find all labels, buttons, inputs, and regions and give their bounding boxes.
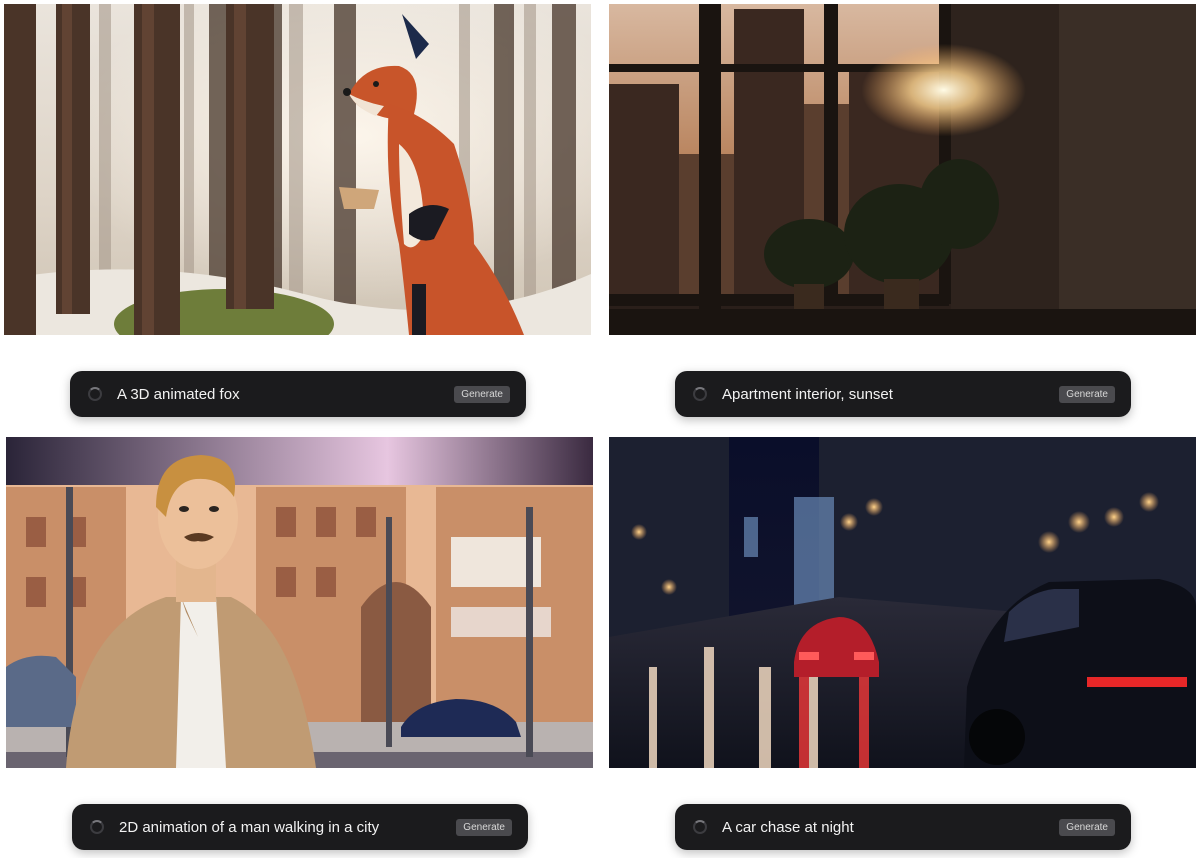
- fox-in-forest-image: [4, 4, 591, 335]
- prompt-text[interactable]: 2D animation of a man walking in a city: [119, 819, 456, 836]
- prompt-bar: 2D animation of a man walking in a city …: [72, 804, 528, 850]
- prompt-bar: Apartment interior, sunset Generate: [675, 371, 1131, 417]
- night-car-chase-image: [609, 437, 1196, 768]
- prompt-text[interactable]: Apartment interior, sunset: [722, 386, 1059, 403]
- loading-spinner-icon: [88, 387, 102, 401]
- prompt-bar: A car chase at night Generate: [675, 804, 1131, 850]
- apartment-sunset-image: [609, 4, 1196, 335]
- loading-spinner-icon: [693, 387, 707, 401]
- generate-button[interactable]: Generate: [1059, 385, 1115, 403]
- generate-button[interactable]: Generate: [1059, 818, 1115, 836]
- prompt-bar: A 3D animated fox Generate: [70, 371, 526, 417]
- man-in-city-image: [6, 437, 593, 768]
- loading-spinner-icon: [693, 820, 707, 834]
- loading-spinner-icon: [90, 820, 104, 834]
- prompt-text[interactable]: A car chase at night: [722, 819, 1059, 836]
- generate-button[interactable]: Generate: [456, 818, 512, 836]
- generate-button[interactable]: Generate: [454, 385, 510, 403]
- prompt-text[interactable]: A 3D animated fox: [117, 386, 454, 403]
